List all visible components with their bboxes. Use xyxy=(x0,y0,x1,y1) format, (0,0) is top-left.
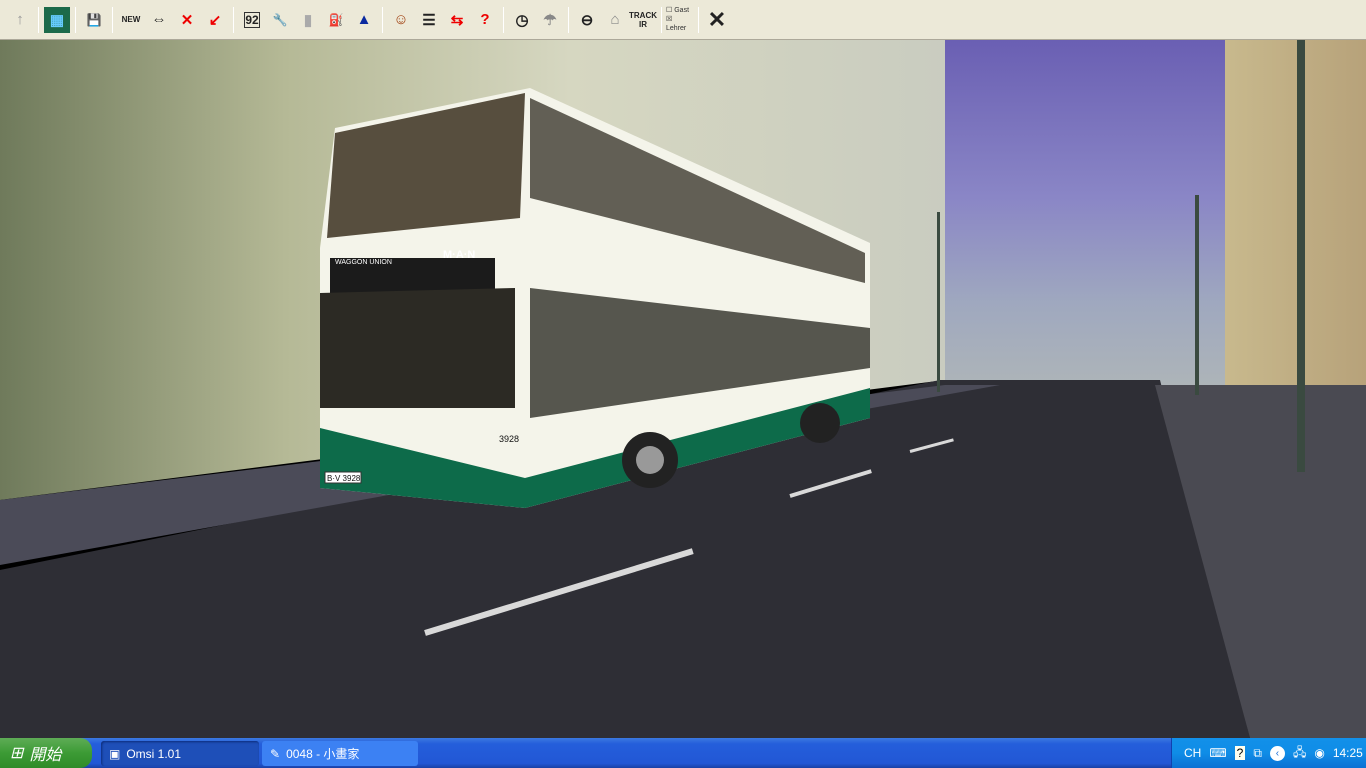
toolbar: ↑ ▦ 💾 NEW ⇔ ✕ ↙ 92 🔧 ▮ ⛽ ▲ ☺ ☰ ⇆ ? ◷ ☂ ⊖… xyxy=(0,0,1366,40)
clock-button[interactable]: ◷ xyxy=(509,7,535,33)
close-button[interactable]: ✕ xyxy=(704,7,730,33)
language-indicator[interactable]: CH xyxy=(1184,746,1201,760)
driver-button[interactable]: ☺ xyxy=(388,7,414,33)
3d-viewport[interactable]: WAGGON UNION M·A·N 3928 B·V 3928 xyxy=(0,40,1366,738)
manufacturer-label: M·A·N xyxy=(443,249,475,261)
map-button[interactable]: ▦ xyxy=(44,6,70,33)
ticket-button[interactable]: ▮ xyxy=(295,7,321,33)
start-button[interactable]: ⊞ 開始 xyxy=(0,738,92,768)
street-lamp xyxy=(1195,195,1199,395)
weather-button[interactable]: ☂ xyxy=(537,7,563,33)
keyboard-icon[interactable]: ⌨ xyxy=(1209,746,1226,760)
switch-bus-button[interactable]: ⇔ xyxy=(146,7,172,33)
separator xyxy=(38,6,39,33)
task-label: Omsi 1.01 xyxy=(126,746,182,761)
bus-icon: ▣ xyxy=(109,746,121,761)
new-bus-button[interactable]: NEW xyxy=(118,7,144,33)
separator xyxy=(698,6,699,33)
task-paint[interactable]: ✎ 0048 - 小畫家 xyxy=(262,741,418,766)
paint-icon: ✎ xyxy=(270,746,281,761)
start-label: 開始 xyxy=(29,747,62,764)
network-icon[interactable]: 🖧 xyxy=(1293,743,1306,764)
separator xyxy=(382,6,383,33)
separator xyxy=(75,6,76,33)
bell-button[interactable]: ▲ xyxy=(351,7,377,33)
mode-checkboxes: ☐ Gast ☒ Lehrer xyxy=(666,6,694,33)
windows-logo-icon: ⊞ xyxy=(10,745,24,762)
checkbox-lehrer[interactable]: ☒ Lehrer xyxy=(666,15,694,33)
help-button[interactable]: ? xyxy=(472,7,498,33)
mouse-button[interactable]: ⌂ xyxy=(602,7,628,33)
repair-button[interactable]: 🔧 xyxy=(267,7,293,33)
clock[interactable]: 14:25 xyxy=(1333,746,1363,760)
separator xyxy=(233,6,234,33)
separator xyxy=(661,6,662,33)
license-plate: B·V 3928 xyxy=(327,474,361,483)
fleet-number: 3928 xyxy=(499,434,519,444)
delete-bus-button[interactable]: ✕ xyxy=(174,7,200,33)
separator xyxy=(568,6,569,33)
fuel-button[interactable]: ⛽ xyxy=(323,7,349,33)
steering-wheel-button[interactable]: ⊖ xyxy=(574,7,600,33)
trackir-button[interactable]: TRACK IR xyxy=(629,7,657,33)
save-button[interactable]: 💾 xyxy=(81,7,107,33)
double-decker-bus: WAGGON UNION M·A·N 3928 B·V 3928 xyxy=(320,88,870,508)
separator xyxy=(112,6,113,33)
volume-icon[interactable]: ◉ xyxy=(1314,746,1324,760)
route-button[interactable]: 92 xyxy=(239,7,265,33)
taskbar: ⊞ 開始 ▣ Omsi 1.01 ✎ 0048 - 小畫家 CH ⌨ ? ⧉ ‹ 🖧 … xyxy=(0,738,1366,768)
restore-icon[interactable]: ⧉ xyxy=(1253,746,1262,761)
separator xyxy=(503,6,504,33)
checkbox-gast[interactable]: ☐ Gast xyxy=(666,6,694,15)
task-label: 0048 - 小畫家 xyxy=(286,747,360,761)
body-maker-label: WAGGON UNION xyxy=(335,259,392,266)
street-lamp xyxy=(1297,40,1305,472)
pc-driver-button[interactable]: ⇆ xyxy=(444,7,470,33)
system-tray: CH ⌨ ? ⧉ ‹ 🖧 ◉ 14:25 xyxy=(1171,738,1366,768)
help-icon[interactable]: ? xyxy=(1234,746,1246,760)
timetable-button[interactable]: ☰ xyxy=(416,7,442,33)
chevron-left-icon[interactable]: ‹ xyxy=(1269,745,1285,761)
up-arrow-button[interactable]: ↑ xyxy=(7,7,33,33)
task-omsi[interactable]: ▣ Omsi 1.01 xyxy=(101,741,259,766)
pointer-button[interactable]: ↙ xyxy=(202,7,228,33)
close-icon: ✕ xyxy=(707,6,727,32)
street-lamp xyxy=(937,212,940,392)
